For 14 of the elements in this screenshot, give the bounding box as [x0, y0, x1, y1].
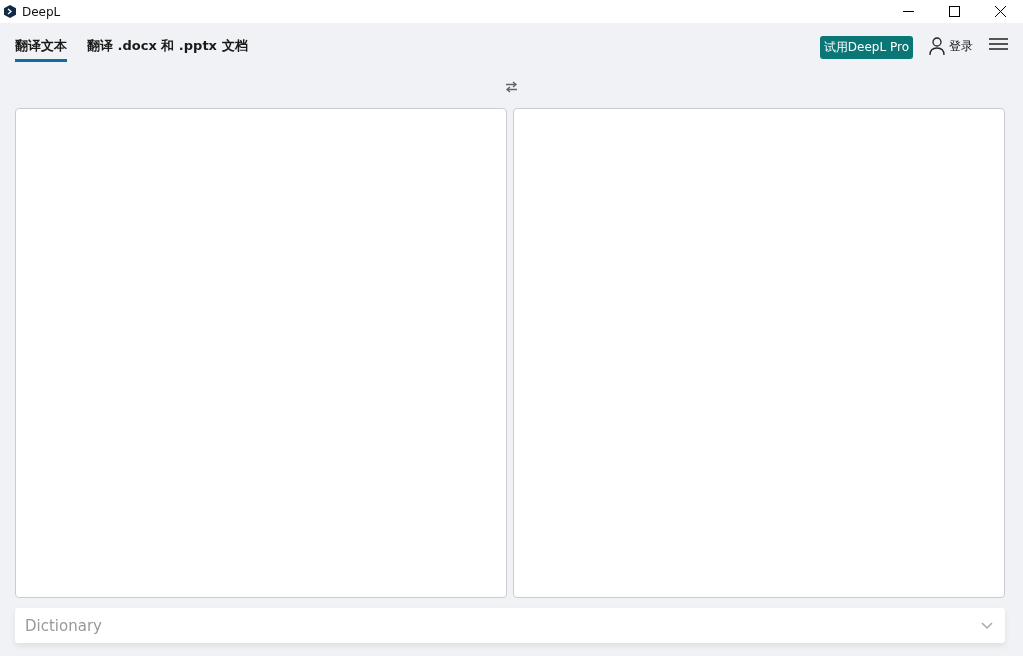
tab[interactable]: 翻译文本	[15, 37, 67, 62]
menu-button[interactable]	[989, 37, 1008, 51]
maximize-icon	[948, 6, 960, 17]
user-icon	[929, 37, 945, 55]
close-icon	[994, 6, 1006, 17]
swap-icon	[505, 81, 518, 93]
login-button[interactable]: 登录	[929, 37, 973, 55]
chevron-down-icon	[981, 621, 993, 630]
menu-icon	[989, 37, 1008, 51]
app-logo-icon	[4, 5, 16, 18]
window-title: DeepL	[22, 4, 62, 19]
tab[interactable]: 翻译 .docx 和 .pptx 文档	[87, 37, 248, 62]
try-pro-button[interactable]: 试用DeepL Pro	[819, 36, 913, 59]
source-text-panel[interactable]	[15, 108, 507, 598]
